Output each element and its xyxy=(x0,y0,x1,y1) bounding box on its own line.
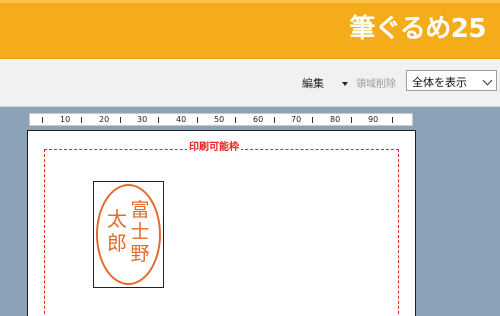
ruler-label: 30 xyxy=(137,115,148,124)
delete-region-button[interactable]: 領域削除 xyxy=(356,75,396,90)
ruler-tick xyxy=(81,117,82,123)
ruler-tick xyxy=(235,117,236,123)
ruler-label: 20 xyxy=(99,115,110,124)
ruler-label: 70 xyxy=(291,115,302,124)
printable-area-label: 印刷可能枠 xyxy=(187,141,241,154)
horizontal-ruler: 10 20 30 40 50 60 70 80 90 xyxy=(29,113,413,126)
stamp-surname-text: 富士野 xyxy=(130,199,150,265)
ruler-tick xyxy=(351,117,352,123)
edit-menu-button[interactable]: 編集 xyxy=(302,75,348,91)
view-mode-select[interactable]: 全体を表示 xyxy=(406,70,497,91)
app-header: 筆ぐるめ25 xyxy=(0,0,500,59)
ruler-label: 40 xyxy=(176,115,187,124)
ruler-label: 50 xyxy=(214,115,225,124)
stamp-object[interactable]: 富士野 太郎 xyxy=(93,181,164,288)
ruler-tick xyxy=(120,117,121,123)
chevron-down-icon xyxy=(482,75,493,86)
view-mode-value: 全体を表示 xyxy=(412,76,467,89)
stamp-given-name-text: 太郎 xyxy=(107,207,127,255)
chevron-down-icon xyxy=(342,81,348,86)
header-accent-line xyxy=(0,0,500,3)
ruler-tick xyxy=(274,117,275,123)
app-logo: 筆ぐるめ25 xyxy=(349,14,486,44)
ruler-label: 10 xyxy=(60,115,71,124)
edit-menu-label: 編集 xyxy=(302,77,324,90)
ruler-tick xyxy=(312,117,313,123)
ruler-tick xyxy=(392,117,393,123)
ruler-label: 80 xyxy=(330,115,341,124)
ruler-tick xyxy=(42,117,43,123)
ruler-tick xyxy=(197,117,198,123)
ruler-label: 60 xyxy=(253,115,264,124)
toolbar: 編集 領域削除 全体を表示 xyxy=(0,59,500,107)
ruler-label: 90 xyxy=(368,115,379,124)
ruler-tick xyxy=(158,117,159,123)
